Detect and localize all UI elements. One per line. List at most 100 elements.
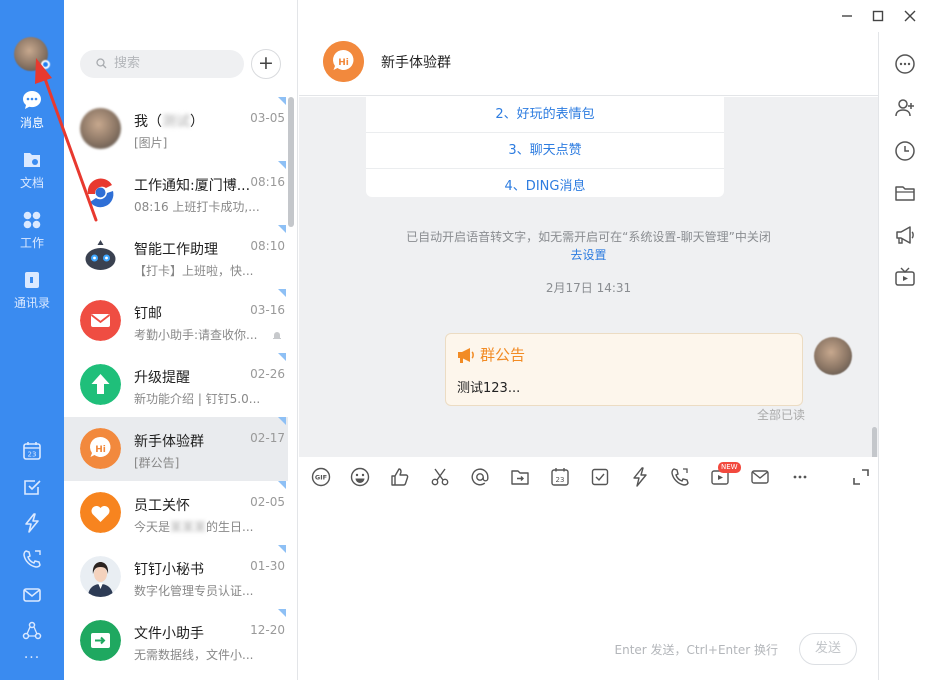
announcement-button[interactable] (894, 224, 916, 246)
send-file-button[interactable] (510, 467, 530, 487)
menu-item-like[interactable]: 3、聊天点赞 (366, 133, 724, 169)
conversation-item-newbie-group[interactable]: Hi 新手体验群 02-17 [群公告] (64, 417, 288, 481)
more-tools-button[interactable] (790, 467, 810, 487)
gif-text: GIF (315, 474, 327, 482)
conversation-preview: 今天是某某某的生日... (134, 520, 254, 534)
call-button[interactable] (670, 467, 690, 487)
settings-link[interactable]: 去设置 (299, 246, 878, 264)
nav-item-work[interactable]: 工作 (0, 209, 64, 251)
history-button[interactable] (894, 140, 916, 162)
mute-bell-icon (273, 332, 281, 339)
conversation-item-employee-care[interactable]: 员工关怀 02-05 今天是某某某的生日... (64, 481, 288, 545)
nav-item-label: 通讯录 (13, 296, 50, 310)
conversation-item-file-helper[interactable]: 文件小助手 12-20 无需数据线，文件小... (64, 609, 288, 673)
conversation-preview: 新功能介绍 | 钉钉5.0... (134, 392, 261, 406)
search-input[interactable]: 搜索 (80, 50, 244, 78)
group-notice-card[interactable]: 群公告 测试123... (445, 333, 803, 406)
calendar-icon: 23 (23, 442, 41, 460)
group-hi-avatar-icon[interactable]: Hi (323, 41, 364, 82)
list-scrollbar[interactable] (288, 97, 294, 227)
conversation-name: 新手体验群 (134, 434, 204, 450)
conversation-item-smart-assistant[interactable]: 智能工作助理 08:10 【打卡】上班啦，快... (64, 225, 288, 289)
conversation-item-work-notice[interactable]: 工作通知:厦门博... 08:16 08:16 上班打卡成功,... (64, 161, 288, 225)
add-member-button[interactable] (894, 97, 916, 119)
maximize-icon (872, 10, 884, 22)
message-date: 2月17日 14:31 (545, 281, 632, 295)
minimize-button[interactable] (838, 7, 856, 25)
like-button[interactable] (390, 467, 410, 487)
expand-input-button[interactable] (851, 467, 871, 487)
conversation-time: 03-16 (250, 303, 285, 317)
conversation-list-panel: 搜索 + 我（测试） 03-05 [图片] 工作通知:厦门博... 08:16 … (64, 0, 298, 680)
org-button[interactable] (21, 620, 43, 642)
screenshot-button[interactable] (430, 467, 450, 487)
menu-item-emoji[interactable]: 2、好玩的表情包 (366, 97, 724, 133)
message-input[interactable]: Enter 发送，Ctrl+Enter 换行 发送 (299, 496, 878, 680)
intro-menu-card: 2、好玩的表情包 3、聊天点赞 4、DING消息 (366, 97, 724, 197)
group-avatar-text: Hi (95, 445, 106, 455)
group-files-button[interactable] (894, 182, 916, 204)
right-toolbar (878, 32, 930, 680)
contacts-icon (25, 272, 39, 288)
pin-corner-marker (278, 481, 286, 489)
conversation-item-ding-mail[interactable]: 钉邮 03-16 考勤小助手:请查收你... (64, 289, 288, 353)
conversation-preview: [图片] (134, 136, 168, 150)
chat-header: Hi 新手体验群 (299, 32, 878, 96)
message-scrollbar[interactable] (872, 427, 877, 457)
phone-button[interactable] (21, 548, 43, 570)
send-button[interactable]: 发送 (799, 633, 857, 665)
secretary-photo-avatar (80, 556, 121, 597)
conversation-preview: 数字化管理专员认证... (134, 584, 254, 598)
ding-button-toolbar[interactable] (630, 467, 650, 487)
gif-button[interactable]: GIF (311, 467, 331, 487)
nav-item-messages[interactable]: 消息 (0, 89, 64, 131)
conversation-item-secretary[interactable]: 钉钉小秘书 01-30 数字化管理专员认证... (64, 545, 288, 609)
conversation-time: 02-26 (250, 367, 285, 381)
emoji-button[interactable] (350, 467, 370, 487)
nav-item-contacts[interactable]: 通讯录 (0, 269, 64, 311)
maximize-button[interactable] (869, 7, 887, 25)
grid-apps-icon (23, 211, 41, 229)
input-hint: Enter 发送，Ctrl+Enter 换行 (614, 643, 778, 657)
conversation-preview: 无需数据线，文件小... (134, 648, 254, 662)
conversation-time: 08:16 (250, 175, 285, 189)
read-status[interactable]: 全部已读 (757, 406, 805, 423)
nav-item-docs[interactable]: 文档 (0, 149, 64, 191)
search-icon (96, 58, 107, 69)
conversation-time: 02-05 (250, 495, 285, 509)
live-button[interactable] (894, 266, 916, 288)
window-controls (830, 0, 930, 32)
left-navigation: 消息 文档 工作 通讯录 23 ··· (0, 0, 64, 680)
group-hi-avatar-icon: Hi (80, 428, 121, 469)
conversation-name: 员工关怀 (134, 498, 190, 514)
calendar-button[interactable]: 23 (21, 440, 43, 462)
mail-button[interactable] (21, 584, 43, 606)
conversation-item-upgrade[interactable]: 升级提醒 02-26 新功能介绍 | 钉钉5.0... (64, 353, 288, 417)
conversation-name: 文件小助手 (134, 626, 204, 642)
user-avatar[interactable] (14, 37, 50, 71)
chat-settings-button[interactable] (894, 53, 916, 75)
heart-avatar-icon (80, 492, 121, 533)
tv-live-icon (895, 267, 915, 286)
sender-avatar[interactable] (814, 337, 852, 375)
minimize-icon (842, 15, 852, 17)
chat-title[interactable]: 新手体验群 (381, 52, 451, 72)
close-button[interactable] (901, 7, 919, 25)
task-button[interactable] (590, 467, 610, 487)
conversation-item-me[interactable]: 我（测试） 03-05 [图片] (64, 97, 288, 161)
more-dots-icon[interactable]: ··· (0, 650, 64, 666)
schedule-button[interactable]: 23 (550, 467, 570, 487)
conversation-preview: [群公告] (134, 456, 180, 470)
file-transfer-avatar-icon (80, 620, 121, 661)
upgrade-arrow-avatar-icon (80, 364, 121, 405)
add-button[interactable]: + (251, 49, 281, 79)
menu-item-ding[interactable]: 4、DING消息 (366, 169, 724, 205)
todo-button[interactable] (21, 476, 43, 498)
mail-icon (23, 588, 41, 602)
mail-button-toolbar[interactable] (750, 467, 770, 487)
notice-title: 群公告 (480, 346, 526, 364)
mention-button[interactable] (470, 467, 490, 487)
group-avatar-text: Hi (338, 58, 349, 68)
emoji-icon (350, 467, 370, 487)
ding-button[interactable] (21, 512, 43, 534)
